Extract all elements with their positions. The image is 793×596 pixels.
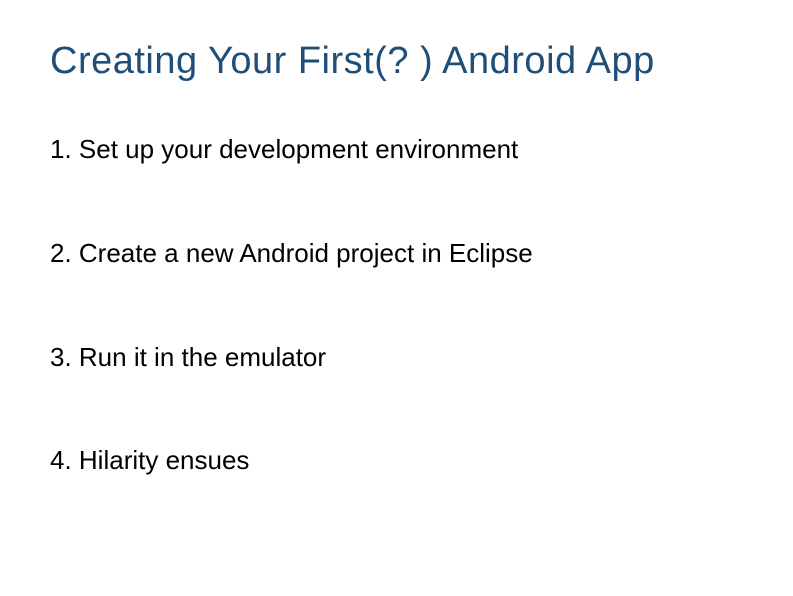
list-item: 1. Set up your development environment xyxy=(50,133,743,167)
list-item: 4. Hilarity ensues xyxy=(50,444,743,478)
list-item: 3. Run it in the emulator xyxy=(50,341,743,375)
slide-title: Creating Your First(? ) Android App xyxy=(50,40,743,83)
list-item: 2. Create a new Android project in Eclip… xyxy=(50,237,743,271)
